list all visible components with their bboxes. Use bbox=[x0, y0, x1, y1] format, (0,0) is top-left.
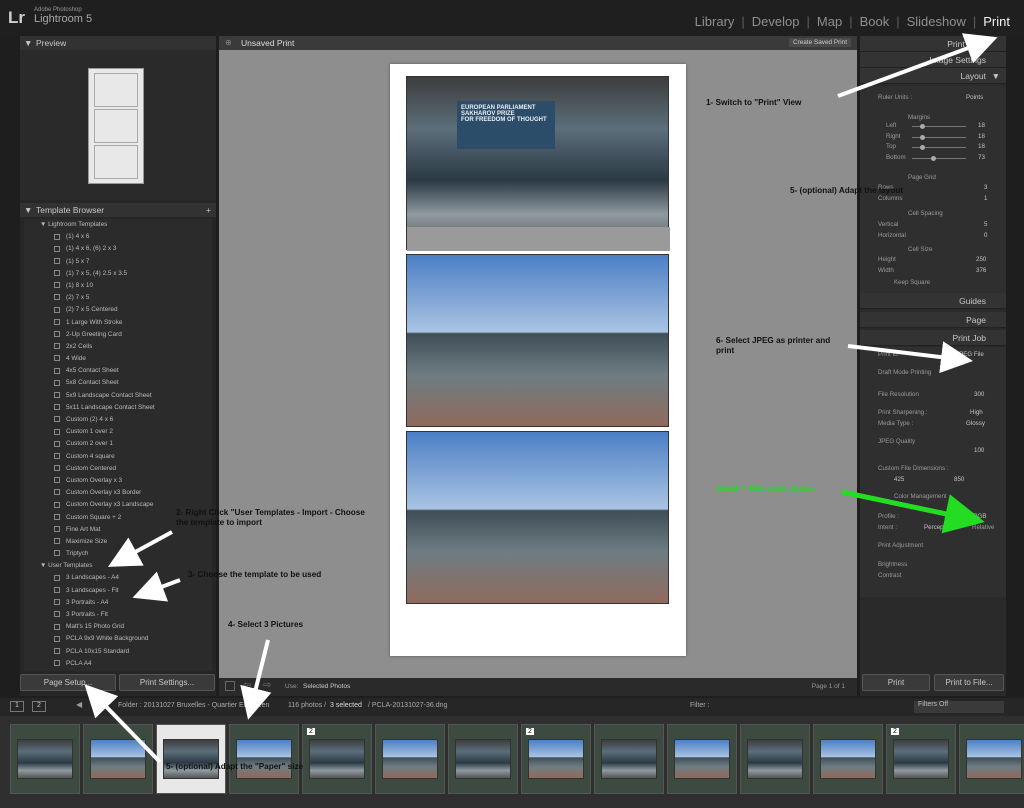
annotation-arrow bbox=[837, 33, 998, 98]
annotation-step-3: 3- Choose the template to be used bbox=[188, 570, 322, 579]
annotation-arrow bbox=[107, 530, 173, 567]
annotation-arrow bbox=[132, 571, 181, 602]
annotation-step-6: 6- Select JPEG as printer and print bbox=[716, 336, 831, 355]
annotation-step-2: 2- Right Click "User Templates - Import … bbox=[176, 508, 365, 527]
annotation-step-1: 1- Switch to "Print" View bbox=[706, 98, 802, 107]
annotation-arrow bbox=[847, 341, 973, 374]
annotation-step-5b: 5- (optional) Adapt the "Paper" size bbox=[166, 762, 304, 771]
annotation-step-5: 5- (optional) Adapt the layout bbox=[790, 186, 903, 195]
annotation-arrow bbox=[841, 489, 985, 534]
annotation-arrow bbox=[240, 639, 272, 720]
annotation-srgb: sRGB = Web color space bbox=[716, 484, 813, 493]
annotation-arrow bbox=[84, 684, 162, 764]
annotation-step-4: 4- Select 3 Pictures bbox=[228, 620, 304, 629]
annotation-arrows bbox=[84, 33, 998, 764]
